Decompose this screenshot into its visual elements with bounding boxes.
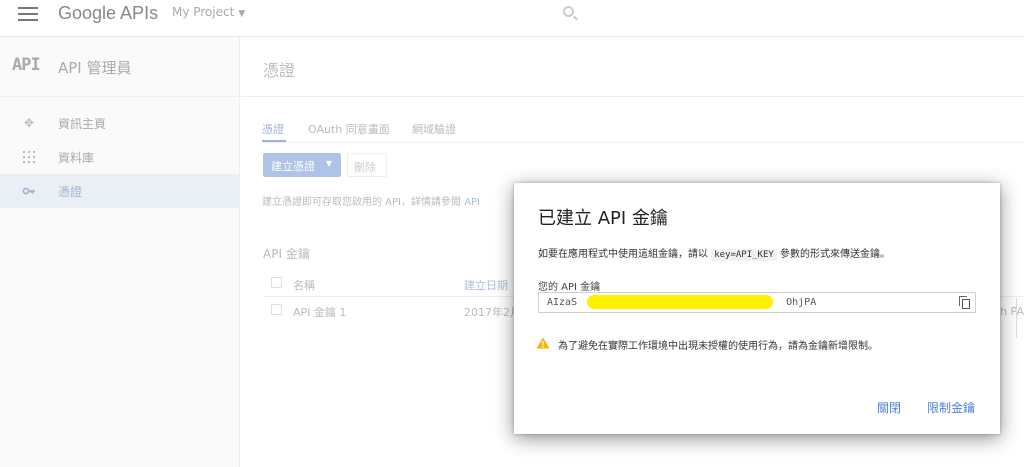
sidebar-item-credentials[interactable]: 憑證 — [0, 174, 240, 208]
dialog-description-text: 如要在應用程式中使用這組金鑰，請以 — [538, 249, 712, 260]
api-key-prefix: AIzaS — [547, 297, 578, 308]
search-icon — [563, 6, 574, 17]
dialog-description-text: 參數的形式來傳送金鑰。 — [776, 249, 890, 260]
info-link[interactable]: API — [464, 197, 480, 208]
tab-oauth-consent[interactable]: OAuth 同意畫面 — [308, 121, 390, 137]
top-app-bar: Google APIs My Project ▼ — [0, 0, 1024, 37]
sidebar-item-label: 憑證 — [58, 185, 83, 199]
key-name-cell[interactable]: API 金鑰 1 — [293, 304, 346, 320]
api-key-label: 您的 API 金鑰 — [538, 282, 601, 293]
delete-button[interactable]: 刪除 — [347, 153, 387, 177]
close-button[interactable]: 關閉 — [877, 399, 901, 416]
divider — [1016, 298, 1017, 338]
tab-domain-verification[interactable]: 網域驗證 — [412, 121, 456, 137]
sidebar-header: API API 管理員 — [0, 37, 240, 97]
dialog-description: 如要在應用程式中使用這組金鑰，請以 key=API_KEY 參數的形式來傳送金鑰… — [538, 245, 890, 261]
create-credentials-button[interactable]: 建立憑證 ▼ — [263, 153, 341, 177]
api-key-created-dialog: 已建立 API 金鑰 如要在應用程式中使用這組金鑰，請以 key=API_KEY… — [514, 183, 1000, 434]
api-keys-section-title: API 金鑰 — [263, 247, 310, 261]
page-title: 憑證 — [263, 61, 296, 80]
api-key-field[interactable]: AIzaS OhjPA — [538, 292, 976, 313]
sidebar-item-dashboard[interactable]: ✥ 資訊主頁 — [0, 106, 240, 140]
api-logo-icon: API — [12, 55, 41, 75]
column-header-date[interactable]: 建立日期 — [464, 277, 508, 293]
redaction-highlight — [587, 295, 773, 309]
key-date-cell: 2017年2月 — [464, 306, 521, 319]
warning-text: 為了避免在實際工作環境中出現未授權的使用行為，請為金鑰新增限制。 — [558, 341, 878, 352]
project-selector[interactable]: My Project ▼ — [172, 5, 245, 19]
sidebar-title: API 管理員 — [58, 59, 132, 77]
dashboard-icon: ✥ — [23, 116, 35, 130]
sidebar-item-label: 資訊主頁 — [58, 117, 107, 131]
tab-credentials[interactable]: 憑證 — [262, 121, 284, 137]
key-param-code: key=API_KEY — [711, 249, 777, 261]
tabs-divider — [262, 142, 1024, 143]
dialog-title: 已建立 API 金鑰 — [538, 208, 668, 229]
select-all-checkbox[interactable] — [271, 277, 282, 288]
create-credentials-label: 建立憑證 — [271, 160, 315, 173]
copy-icon[interactable] — [959, 296, 971, 309]
column-header-name[interactable]: 名稱 — [293, 277, 315, 293]
row-checkbox[interactable] — [271, 304, 282, 315]
google-apis-logo[interactable]: Google APIs — [58, 3, 158, 24]
library-icon — [22, 150, 36, 164]
api-key-suffix: OhjPA — [786, 297, 817, 308]
warning-icon — [536, 337, 550, 349]
project-name: My Project — [172, 5, 235, 19]
sidebar-item-library[interactable]: 資料庫 — [0, 140, 240, 174]
info-text: 建立憑證即可存取您啟用的 API，詳情請參閱 API — [262, 193, 480, 208]
key-value-cell: h PA — [1000, 305, 1024, 318]
info-text-body: 建立憑證即可存取您啟用的 API，詳情請參閱 — [262, 197, 465, 208]
restrict-key-button[interactable]: 限制金鑰 — [927, 399, 975, 416]
key-icon — [22, 184, 36, 198]
caret-down-icon: ▼ — [238, 9, 246, 19]
caret-down-icon: ▼ — [325, 159, 332, 168]
menu-icon[interactable] — [18, 7, 38, 23]
search-bar[interactable] — [557, 3, 1024, 25]
sidebar-item-label: 資料庫 — [58, 151, 95, 165]
page-header: 憑證 — [241, 37, 1024, 97]
sidebar: API API 管理員 ✥ 資訊主頁 資料庫 憑證 — [0, 37, 240, 467]
